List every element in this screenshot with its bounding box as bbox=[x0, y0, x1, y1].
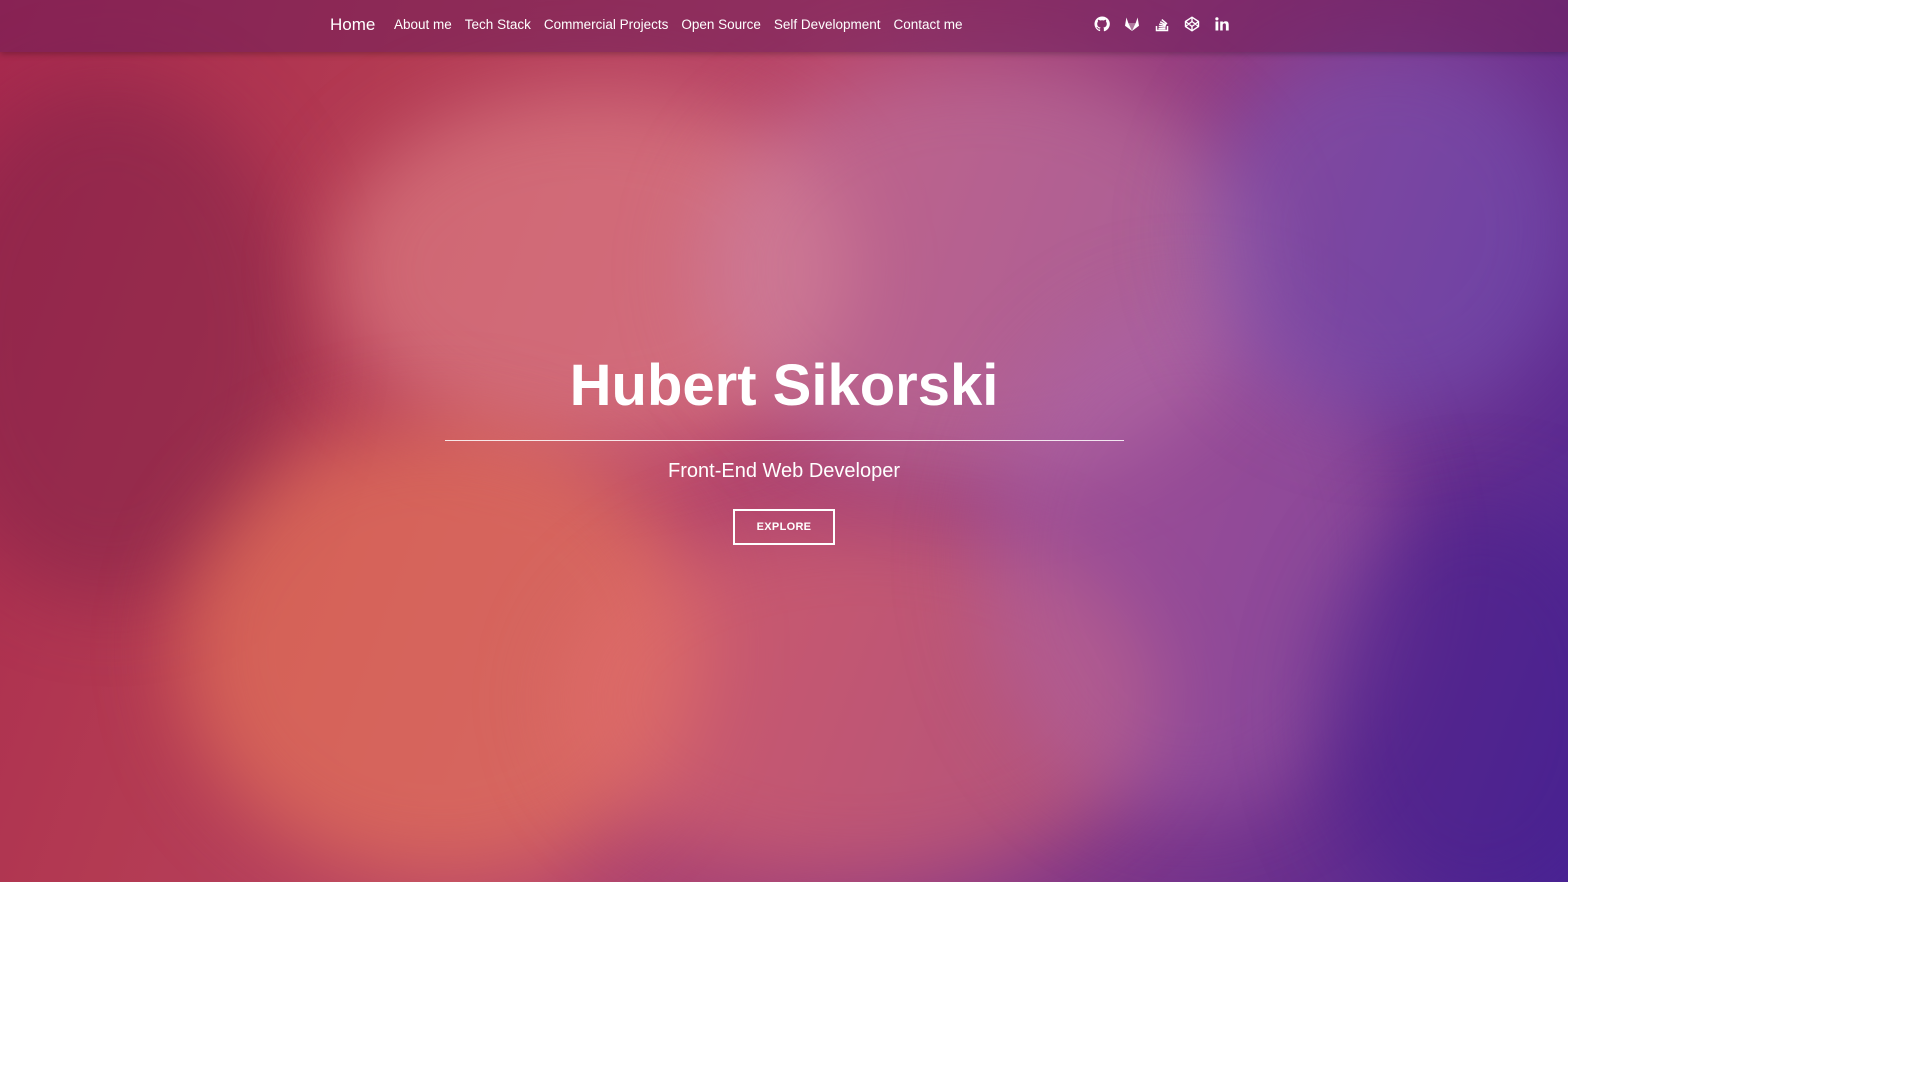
gitlab-icon[interactable] bbox=[1124, 16, 1140, 32]
nav-link-self-development[interactable]: Self Development bbox=[774, 17, 881, 32]
nav-links: About me Tech Stack Commercial Projects … bbox=[394, 17, 963, 32]
nav-home-link[interactable]: Home bbox=[330, 15, 375, 35]
codepen-icon[interactable] bbox=[1184, 16, 1200, 32]
nav-link-contact-me[interactable]: Contact me bbox=[893, 17, 962, 32]
nav-link-tech-stack[interactable]: Tech Stack bbox=[465, 17, 531, 32]
github-icon[interactable] bbox=[1094, 16, 1110, 32]
navbar: Home About me Tech Stack Commercial Proj… bbox=[0, 0, 1568, 52]
hero-section: Home About me Tech Stack Commercial Proj… bbox=[0, 0, 1568, 882]
nav-link-about-me[interactable]: About me bbox=[394, 17, 452, 32]
stack-overflow-icon[interactable] bbox=[1154, 16, 1170, 32]
hero-title: Hubert Sikorski bbox=[569, 353, 999, 418]
nav-link-commercial-projects[interactable]: Commercial Projects bbox=[544, 17, 669, 32]
explore-button[interactable]: EXPLORE bbox=[733, 509, 835, 545]
hero-divider bbox=[445, 440, 1124, 441]
hero-subtitle: Front-End Web Developer bbox=[668, 460, 900, 482]
linkedin-icon[interactable] bbox=[1214, 16, 1230, 32]
hero-content: Hubert Sikorski Front-End Web Developer … bbox=[0, 0, 1568, 882]
nav-link-open-source[interactable]: Open Source bbox=[681, 17, 761, 32]
social-links bbox=[1094, 16, 1230, 32]
